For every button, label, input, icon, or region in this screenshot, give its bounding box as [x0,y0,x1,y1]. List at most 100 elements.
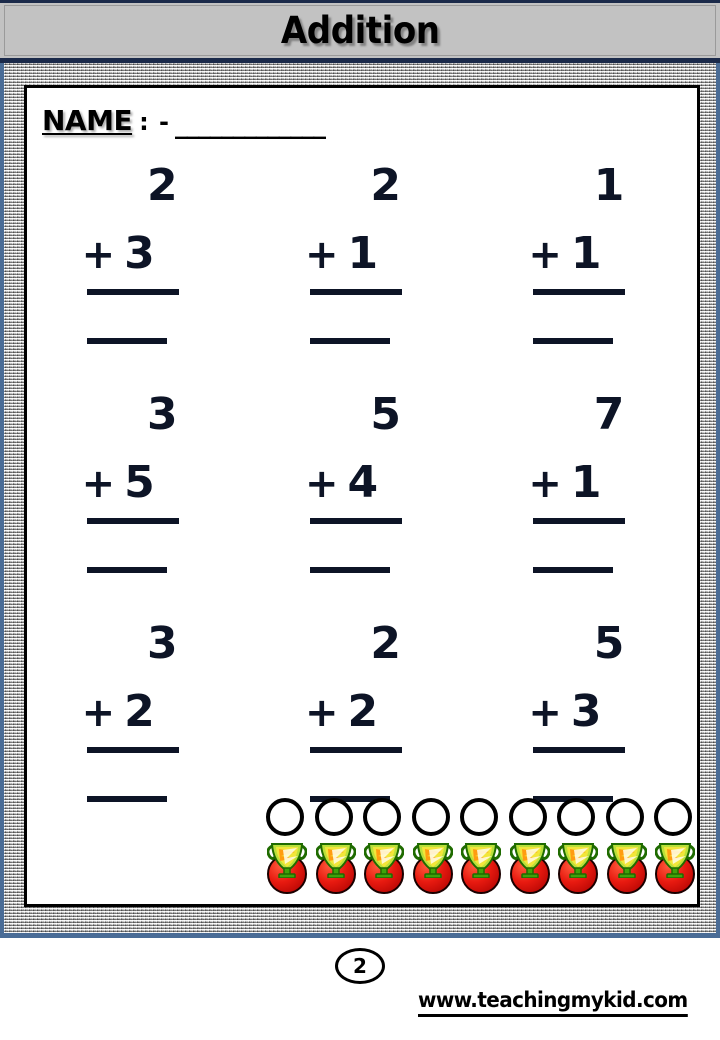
apple-counter-item [411,798,455,896]
page-title: Addition [280,9,440,52]
addend-bottom: 2 [124,686,155,737]
addend-bottom: 4 [347,457,379,508]
worksheet-sheet: NAME : - _____________ 2 + 3 2 + 1 1 + 1… [24,85,700,907]
addend-bottom: 3 [570,686,602,737]
answer-blank-rule[interactable] [86,567,167,573]
answer-blank-rule[interactable] [86,338,167,344]
website-url[interactable]: www.teachingmykid.com [418,988,688,1017]
addend-line: + 5 [74,461,204,505]
sum-rule [533,518,626,524]
sum-rule [309,289,402,295]
addend-top: 2 [147,160,178,211]
addend-line: + 1 [520,461,650,505]
answer-circle-icon[interactable] [605,798,644,836]
addend-top: 1 [593,160,625,211]
answer-circle-icon[interactable] [508,798,547,836]
addend-line: + 3 [520,690,650,734]
addend-line: + 1 [297,232,427,276]
page-number-badge: 2 [335,948,385,984]
plus-icon: + [304,232,339,278]
answer-circle-icon[interactable] [654,798,692,836]
addend-top: 7 [593,389,625,440]
addend-bottom: 3 [124,228,155,279]
leaf-icon [508,840,551,879]
addend-line: + 3 [74,232,204,276]
addend-top: 5 [370,389,401,440]
addend-bottom: 1 [347,228,379,279]
apple-counter-item [362,798,406,896]
problem-cell[interactable]: 1 + 1 [474,164,697,393]
answer-blank-rule[interactable] [309,338,390,344]
sum-rule [309,518,402,524]
answer-blank-rule[interactable] [309,567,390,573]
apple-counter-item [314,798,358,896]
decorative-page-border: NAME : - _____________ 2 + 3 2 + 1 1 + 1… [0,63,720,938]
addend-line: + 4 [297,461,427,505]
plus-icon: + [528,461,562,507]
plus-icon: + [81,232,116,278]
plus-icon: + [81,690,116,736]
addend-top: 3 [147,618,178,669]
leaf-icon [460,840,502,879]
sum-rule [86,289,179,295]
plus-icon: + [304,461,339,507]
problem-row: 3 + 5 5 + 4 7 + 1 [27,393,697,622]
answer-blank-rule[interactable] [533,338,614,344]
sum-rule [309,747,402,753]
leaf-icon [411,840,454,879]
addend-top: 2 [370,618,401,669]
plus-icon: + [528,232,562,278]
worksheet-title-bar: Addition [0,0,720,63]
leaf-icon [557,840,599,879]
name-label: NAME [42,104,133,137]
addend-line: + 2 [74,690,204,734]
leaf-icon [363,840,405,879]
problem-cell[interactable]: 2 + 3 [27,164,250,393]
problem-row: 2 + 3 2 + 1 1 + 1 [27,164,697,393]
answer-circle-icon[interactable] [363,798,401,836]
apple-counter-item [605,798,649,896]
apple-counter-item [508,798,552,896]
leaf-icon [266,840,308,879]
plus-icon: + [81,461,116,507]
answer-blank-rule[interactable] [533,567,614,573]
leaf-icon [654,840,696,879]
answer-circle-icon[interactable] [266,798,304,836]
answer-blank-rule[interactable] [86,796,167,802]
addend-line: + 2 [297,690,427,734]
sum-rule [533,289,626,295]
addend-top: 3 [147,389,178,440]
apple-counter-item [459,798,503,896]
problem-cell[interactable]: 5 + 4 [250,393,473,622]
problem-cell[interactable]: 3 + 5 [27,393,250,622]
answer-circle-icon[interactable] [314,798,353,836]
addend-top: 5 [593,618,625,669]
problem-cell[interactable]: 7 + 1 [474,393,697,622]
apple-counter-strip [265,798,697,896]
apple-counter-item [265,798,309,896]
page-footer: 2 www.teachingmykid.com [0,938,720,1040]
plus-icon: + [304,690,339,736]
leaf-icon [314,840,357,879]
apple-counter-item [653,798,697,896]
sum-rule [86,747,179,753]
problem-cell[interactable]: 3 + 2 [27,622,250,851]
name-field[interactable]: NAME : - _____________ [42,104,326,140]
problem-cell[interactable]: 2 + 1 [250,164,473,393]
addend-top: 2 [370,160,401,211]
addend-bottom: 1 [570,457,602,508]
answer-circle-icon[interactable] [411,798,450,836]
addend-bottom: 5 [124,457,155,508]
page-number: 2 [353,954,367,978]
answer-circle-icon[interactable] [460,798,498,836]
leaf-icon [605,840,648,879]
addend-bottom: 2 [347,686,379,737]
sum-rule [533,747,626,753]
apple-counter-item [556,798,600,896]
answer-circle-icon[interactable] [557,798,595,836]
problem-grid: 2 + 3 2 + 1 1 + 1 3 + 5 5 + 4 7 + 1 3 + … [27,164,697,851]
addend-bottom: 1 [570,228,602,279]
sum-rule [86,518,179,524]
name-blank-line: _____________ [175,110,326,140]
name-separator: : - [139,108,171,136]
